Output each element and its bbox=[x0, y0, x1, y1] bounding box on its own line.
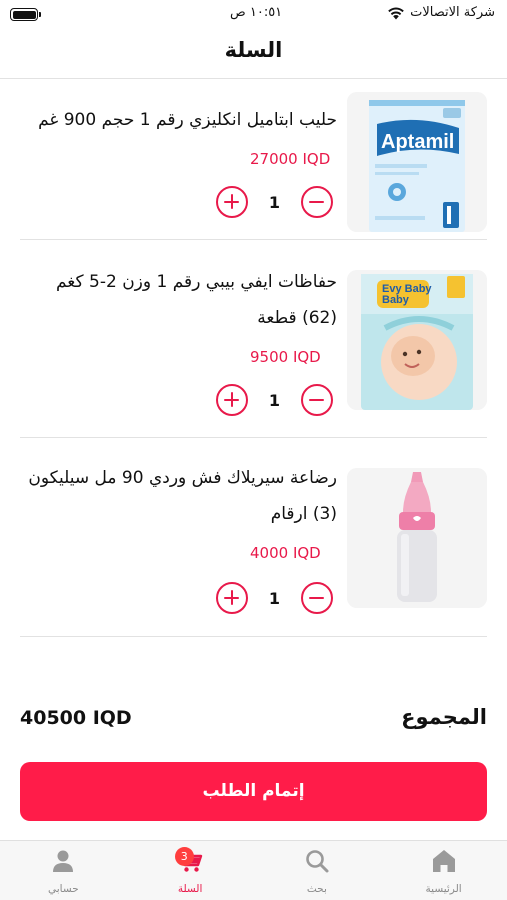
tab-account[interactable]: حسابي bbox=[0, 841, 127, 900]
tab-bar: حسابي 3 السلة بحث الرئيسية bbox=[0, 840, 507, 900]
aptamil-milk-can-image: Aptamil bbox=[347, 92, 487, 232]
increase-quantity-button[interactable] bbox=[216, 384, 248, 416]
item-divider bbox=[20, 239, 487, 240]
tab-search[interactable]: بحث bbox=[254, 841, 381, 900]
tab-label: الرئيسية bbox=[425, 883, 462, 895]
quantity-value: 1 bbox=[268, 390, 281, 410]
tab-label: السلة bbox=[177, 883, 203, 895]
battery-level bbox=[12, 10, 36, 19]
item-price: 9500 IQD bbox=[250, 348, 321, 366]
tab-home[interactable]: الرئيسية bbox=[380, 841, 507, 900]
status-carrier: شركة الاتصالات bbox=[387, 5, 495, 20]
cart-item: Evy Baby Baby حفاظات ايفي بيبي رقم 1 وزن… bbox=[20, 260, 487, 438]
quantity-stepper: 1 bbox=[216, 582, 333, 614]
home-icon bbox=[432, 850, 455, 872]
status-bar: شركة الاتصالات ١٠:٥١ ص bbox=[0, 0, 507, 30]
header-divider bbox=[0, 78, 507, 79]
item-divider bbox=[20, 636, 487, 637]
quantity-stepper: 1 bbox=[216, 186, 333, 218]
quantity-value: 1 bbox=[268, 588, 281, 608]
tab-label: حسابي bbox=[48, 883, 79, 895]
cart-item: Aptamil حليب ابتاميل انكليزي رقم 1 حجم 9… bbox=[20, 80, 487, 240]
minus-icon bbox=[309, 398, 324, 401]
tab-label: بحث bbox=[306, 883, 327, 895]
total-value: 40500 IQD bbox=[20, 707, 132, 729]
cart-item: رضاعة سيريلاك فش وردي 90 مل سيليكون (3) … bbox=[20, 456, 487, 637]
user-icon bbox=[53, 850, 74, 872]
decrease-quantity-button[interactable] bbox=[301, 582, 333, 614]
battery-icon bbox=[10, 8, 41, 21]
minus-icon bbox=[309, 596, 324, 599]
item-name: رضاعة سيريلاك فش وردي 90 مل سيليكون (3) … bbox=[28, 468, 337, 524]
quantity-stepper: 1 bbox=[216, 384, 333, 416]
item-name: حفاظات ايفي بيبي رقم 1 وزن 2-5 كغم (62) … bbox=[55, 272, 337, 328]
item-price: 27000 IQD bbox=[250, 150, 331, 168]
checkout-button[interactable]: إتمام الطلب bbox=[20, 762, 487, 821]
total-label: المجموع bbox=[401, 705, 487, 729]
carrier-name: شركة الاتصالات bbox=[410, 5, 495, 20]
cart-count-badge: 3 bbox=[174, 847, 194, 866]
search-icon bbox=[306, 850, 329, 873]
wifi-icon bbox=[388, 7, 404, 19]
item-price: 4000 IQD bbox=[250, 544, 321, 562]
status-time: ١٠:٥١ ص bbox=[230, 5, 283, 20]
page-title: السلة bbox=[224, 38, 283, 62]
evy-baby-diapers-image: Evy Baby Baby bbox=[347, 270, 487, 410]
quantity-value: 1 bbox=[268, 192, 281, 212]
svg-text:Baby: Baby bbox=[382, 294, 410, 306]
decrease-quantity-button[interactable] bbox=[301, 384, 333, 416]
item-name: حليب ابتاميل انكليزي رقم 1 حجم 900 غم bbox=[38, 110, 337, 130]
item-divider bbox=[20, 437, 487, 438]
minus-icon bbox=[309, 200, 324, 203]
increase-quantity-button[interactable] bbox=[216, 186, 248, 218]
svg-text:Aptamil: Aptamil bbox=[381, 131, 454, 153]
tab-cart[interactable]: 3 السلة bbox=[127, 841, 254, 900]
increase-quantity-button[interactable] bbox=[216, 582, 248, 614]
decrease-quantity-button[interactable] bbox=[301, 186, 333, 218]
pink-feeding-bottle-image bbox=[347, 468, 487, 608]
